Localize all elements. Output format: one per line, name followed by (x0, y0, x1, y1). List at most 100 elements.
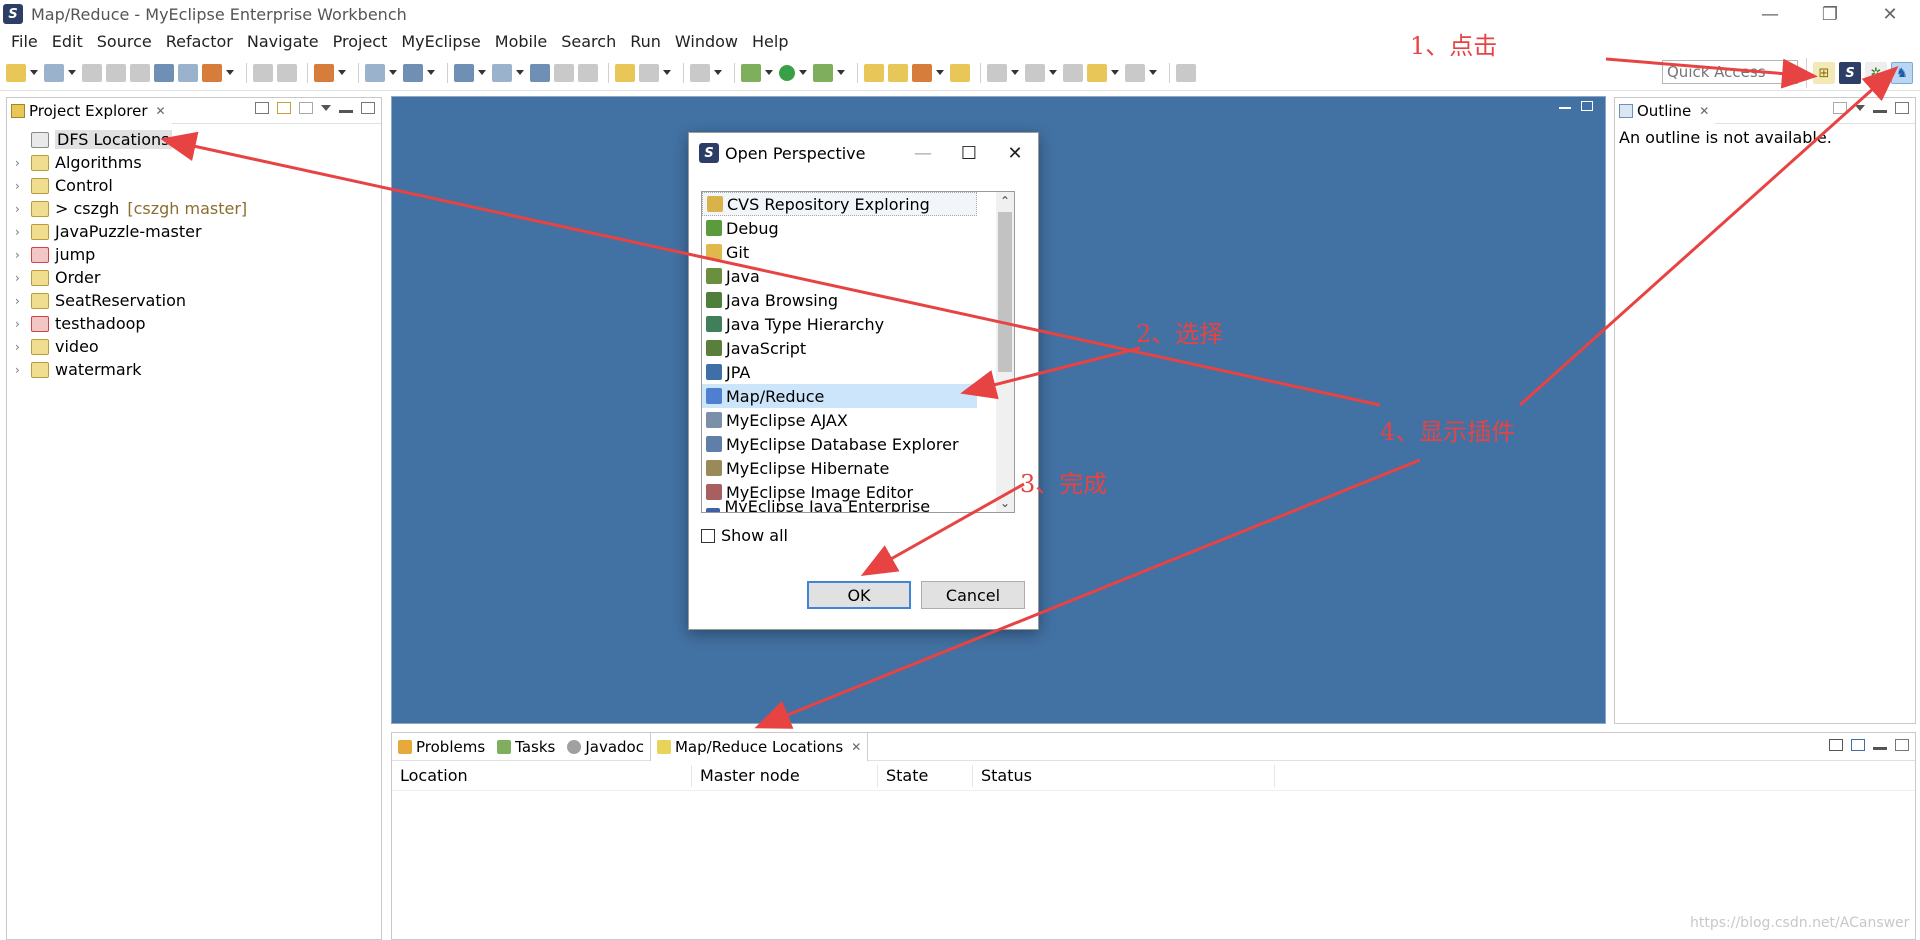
tree-item-seatreservation[interactable]: › SeatReservation (7, 289, 381, 312)
pen-dropdown-icon[interactable] (936, 70, 944, 75)
expand-arrow-icon[interactable]: › (15, 225, 27, 239)
save-all-icon[interactable] (106, 63, 126, 82)
new-location-icon[interactable] (1829, 739, 1843, 751)
perspective-item[interactable]: MyEclipse Hibernate (702, 456, 977, 480)
column-status[interactable]: Status (973, 764, 1275, 787)
minimize-editor-icon[interactable] (1559, 107, 1571, 109)
run-dropdown-icon[interactable] (799, 70, 807, 75)
new-project-icon[interactable] (44, 63, 64, 82)
camera-icon[interactable] (690, 63, 710, 82)
next-annotation-icon[interactable] (987, 63, 1007, 82)
tool-icon[interactable] (578, 63, 598, 82)
menu-project[interactable]: Project (326, 32, 395, 51)
expand-arrow-icon[interactable]: › (15, 156, 27, 170)
report-dropdown-icon[interactable] (516, 70, 524, 75)
perspective-item[interactable]: JavaScript (702, 336, 977, 360)
close-icon[interactable]: ✕ (851, 740, 861, 754)
close-icon[interactable]: ✕ (1699, 104, 1709, 118)
tab-tasks[interactable]: Tasks (491, 733, 561, 761)
skip-icon[interactable] (639, 63, 659, 82)
pen-icon[interactable] (912, 63, 932, 82)
server-icon[interactable] (365, 63, 385, 82)
open-type-icon[interactable] (864, 63, 884, 82)
web-icon[interactable] (454, 63, 474, 82)
mapreduce-perspective-icon[interactable]: ♞ (1891, 62, 1913, 84)
dialog-minimize-button[interactable]: — (900, 133, 946, 173)
tree-item-testhadoop[interactable]: › testhadoop (7, 312, 381, 335)
tab-problems[interactable]: Problems (392, 733, 491, 761)
expand-arrow-icon[interactable]: › (15, 363, 27, 377)
new-icon[interactable] (6, 63, 26, 82)
tree-item-algorithms[interactable]: › Algorithms (7, 151, 381, 174)
open-perspective-icon[interactable]: ⊞ (1813, 62, 1835, 84)
menu-myeclipse[interactable]: MyEclipse (394, 32, 487, 51)
perspective-item[interactable]: JPA (702, 360, 977, 384)
minimize-view-icon[interactable] (1873, 109, 1887, 113)
back-icon[interactable] (1087, 63, 1107, 82)
browser-icon[interactable] (403, 63, 423, 82)
show-all-checkbox[interactable] (701, 528, 715, 543)
prev-annotation-icon[interactable] (1025, 63, 1045, 82)
perspective-item[interactable]: Java Browsing (702, 288, 977, 312)
column-location[interactable]: Location (392, 764, 692, 787)
debug-icon[interactable] (741, 63, 761, 82)
deploy-dropdown-icon[interactable] (338, 70, 346, 75)
tree-item-dfs-locations[interactable]: › DFS Locations (7, 128, 381, 151)
perspective-item[interactable]: Debug (702, 216, 977, 240)
menu-source[interactable]: Source (90, 32, 159, 51)
build-icon[interactable] (202, 63, 222, 82)
dialog-close-button[interactable]: ✕ (992, 133, 1038, 173)
open-folder-icon[interactable] (888, 63, 908, 82)
deploy-icon[interactable] (314, 63, 334, 82)
tree-item-control[interactable]: › Control (7, 174, 381, 197)
mapreduce-elephant-icon[interactable] (1851, 739, 1865, 751)
debug-dropdown-icon[interactable] (765, 70, 773, 75)
globe-icon[interactable] (530, 63, 550, 82)
dbg-icon[interactable] (554, 63, 574, 82)
external-tools-dropdown-icon[interactable] (837, 70, 845, 75)
new-dropdown-icon[interactable] (30, 70, 38, 75)
column-state[interactable]: State (878, 764, 973, 787)
tab-mapreduce-locations[interactable]: Map/Reduce Locations ✕ (649, 732, 869, 761)
perspective-item[interactable]: Java (702, 264, 977, 288)
myeclipse-perspective-icon[interactable]: S (1839, 62, 1861, 84)
menu-edit[interactable]: Edit (45, 32, 90, 51)
expand-arrow-icon[interactable]: › (15, 248, 27, 262)
menu-help[interactable]: Help (745, 32, 795, 51)
ok-button[interactable]: OK (807, 581, 911, 609)
perspective-list[interactable]: CVS Repository Exploring Debug Git Java Java… (701, 191, 1015, 513)
perspective-item[interactable]: Java Type Hierarchy (702, 312, 977, 336)
tree-item-jump[interactable]: › jump (7, 243, 381, 266)
minimize-view-icon[interactable] (339, 109, 353, 113)
show-all-checkbox-row[interactable]: Show all (701, 526, 788, 545)
wizard-icon[interactable] (615, 63, 635, 82)
prev-annotation-dropdown-icon[interactable] (1049, 70, 1057, 75)
link-with-editor-icon[interactable] (277, 102, 291, 114)
scroll-down-icon[interactable]: ⌄ (996, 494, 1014, 512)
perspective-item[interactable]: MyEclipse AJAX (702, 408, 977, 432)
minimize-button[interactable]: — (1740, 0, 1800, 28)
tree-item-javapuzzle[interactable]: › JavaPuzzle-master (7, 220, 381, 243)
build-dropdown-icon[interactable] (226, 70, 234, 75)
menu-window[interactable]: Window (668, 32, 745, 51)
redo-icon[interactable] (277, 63, 297, 82)
perspective-item[interactable]: Git (702, 240, 977, 264)
expand-arrow-icon[interactable]: › (15, 202, 27, 216)
menu-file[interactable]: File (4, 32, 45, 51)
tree-item-watermark[interactable]: › watermark (7, 358, 381, 381)
cancel-button[interactable]: Cancel (921, 581, 1025, 609)
collapse-all-icon[interactable] (255, 102, 269, 114)
back-dropdown-icon[interactable] (1111, 70, 1119, 75)
minimize-view-icon[interactable] (1873, 746, 1887, 750)
save-icon[interactable] (82, 63, 102, 82)
scroll-thumb[interactable] (998, 212, 1012, 372)
expand-arrow-icon[interactable]: › (15, 271, 27, 285)
open-resource-icon[interactable] (950, 63, 970, 82)
perspective-item[interactable]: Map/Reduce (702, 384, 977, 408)
tree-item-order[interactable]: › Order (7, 266, 381, 289)
perspective-item[interactable]: MyEclipse Database Explorer (702, 432, 977, 456)
tab-project-explorer[interactable]: Project Explorer ✕ (7, 97, 172, 124)
restore-button[interactable]: ❐ (1800, 0, 1860, 28)
quick-access-input[interactable] (1662, 60, 1798, 84)
undo-icon[interactable] (253, 63, 273, 82)
